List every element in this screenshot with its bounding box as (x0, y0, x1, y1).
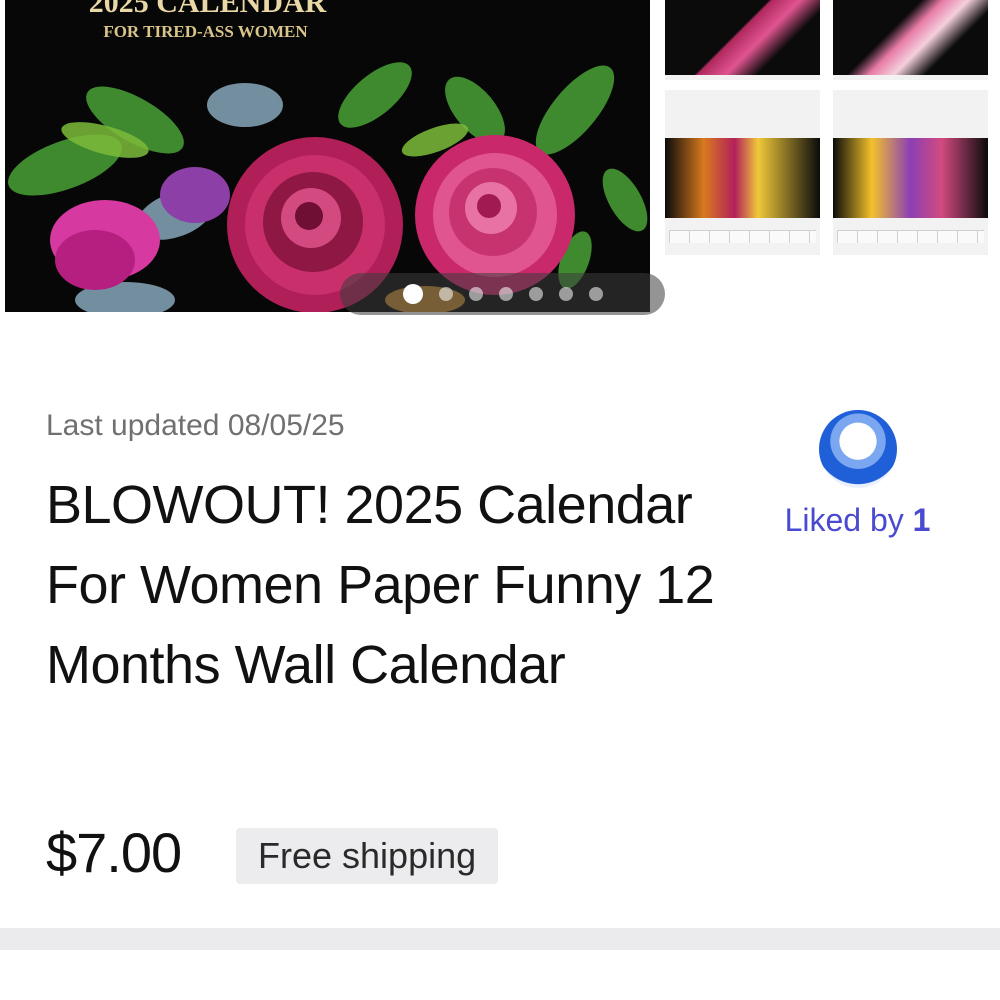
carousel-dot[interactable] (528, 287, 543, 301)
section-divider (0, 928, 1000, 950)
thumbnail[interactable] (833, 0, 988, 80)
liked-by-count: 1 (912, 502, 931, 538)
carousel-dot[interactable] (402, 284, 423, 304)
thumbnail[interactable] (665, 0, 820, 80)
liked-by-text[interactable]: Liked by 1 (770, 502, 945, 539)
image-gallery[interactable]: 2025 CALENDAR FOR TIRED-ASS WOMEN (0, 0, 1000, 365)
thumbnail-strip (655, 0, 1000, 365)
carousel-dot[interactable] (438, 287, 453, 301)
avatar[interactable] (818, 410, 897, 488)
listing-title: BLOWOUT! 2025 Calendar For Women Paper F… (46, 475, 715, 695)
thumbnail[interactable] (833, 90, 988, 255)
last-updated: Last updated 08/05/25 (46, 409, 345, 442)
price: $7.00 (46, 821, 182, 884)
shipping-badge: Free shipping (236, 828, 499, 884)
carousel-dot[interactable] (468, 287, 483, 301)
carousel-dot[interactable] (588, 287, 603, 301)
listing-info: Last updated 08/05/25 BLOWOUT! 2025 Cale… (0, 365, 1000, 930)
product-main-image[interactable]: 2025 CALENDAR FOR TIRED-ASS WOMEN (5, 0, 650, 312)
liked-by[interactable]: Liked by 1 (770, 410, 945, 539)
liked-by-label: Liked by (784, 502, 913, 538)
carousel-dot[interactable] (498, 287, 513, 301)
thumbnail[interactable] (665, 90, 820, 255)
carousel-dots (340, 273, 665, 315)
flower-illustration (8, 62, 648, 312)
carousel-dot[interactable] (558, 287, 573, 301)
